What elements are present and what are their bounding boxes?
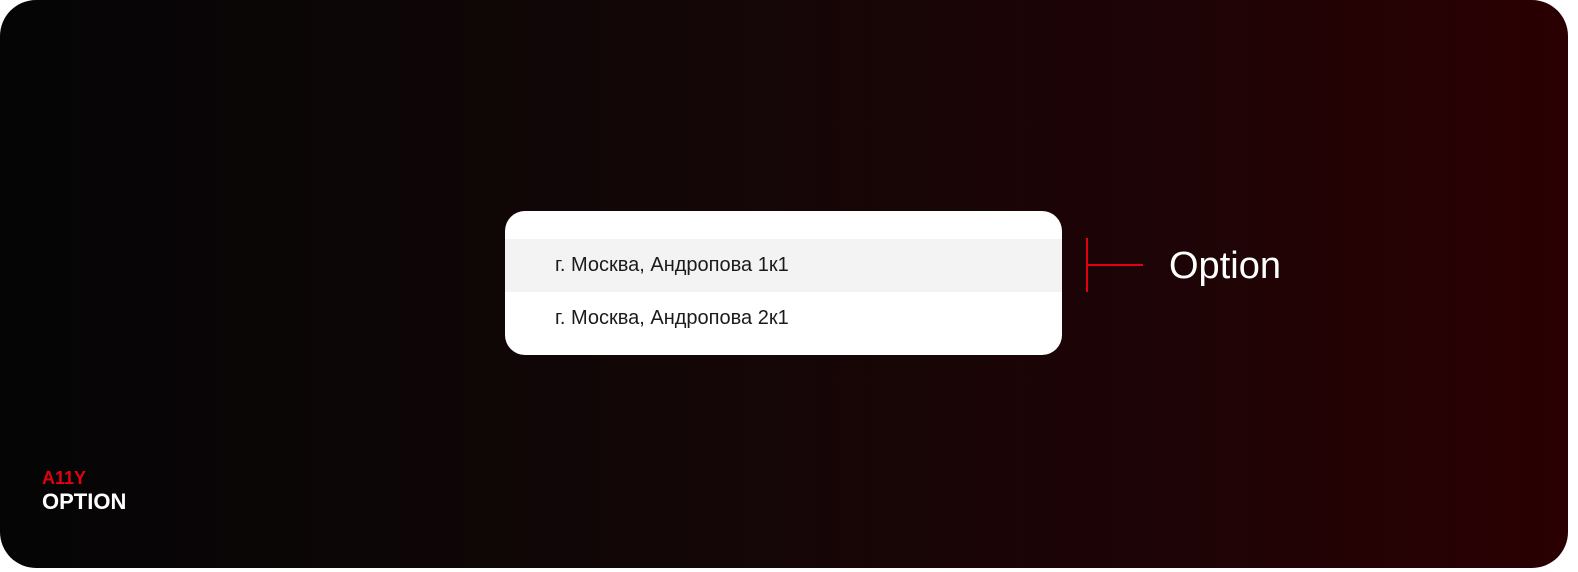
footer-title: OPTION [42, 489, 127, 514]
footer-category: A11Y [42, 468, 87, 488]
option-andropova-2k1[interactable]: г. Москва, Андропова 2к1 [505, 292, 1062, 345]
option-andropova-1k1[interactable]: г. Москва, Андропова 1к1 [505, 239, 1062, 292]
callout-label: Option [1169, 245, 1281, 287]
footer-tag: A11Y OPTION [42, 466, 126, 514]
canvas: г. Москва, Андропова 1к1 г. Москва, Андр… [0, 0, 1568, 568]
callout-pointer-line [1088, 264, 1143, 266]
address-listbox: г. Москва, Андропова 1к1 г. Москва, Андр… [505, 211, 1062, 355]
